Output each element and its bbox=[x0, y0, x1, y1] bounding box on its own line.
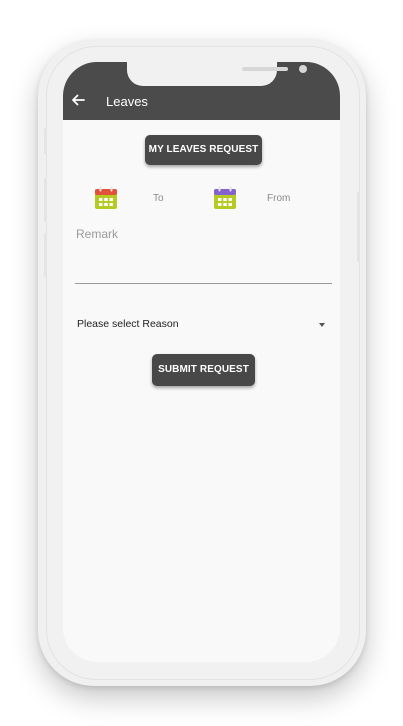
remark-field[interactable] bbox=[75, 225, 332, 284]
page-title: Leaves bbox=[106, 94, 148, 109]
phone-screen: Leaves MY LEAVES REQUEST To From Remark … bbox=[63, 62, 340, 662]
caret-down-icon bbox=[319, 323, 325, 327]
phone-side-button-power bbox=[357, 192, 360, 262]
reason-dropdown[interactable]: Please select Reason bbox=[77, 316, 327, 334]
phone-notch bbox=[127, 62, 307, 86]
from-label: From bbox=[267, 193, 291, 204]
calendar-icon[interactable] bbox=[94, 186, 118, 210]
phone-side-button-volume-down bbox=[44, 233, 47, 277]
submit-request-button[interactable]: SUBMIT REQUEST bbox=[152, 354, 255, 386]
phone-side-button-volume-up bbox=[44, 178, 47, 222]
phone-side-button-mute bbox=[44, 128, 47, 154]
front-camera bbox=[299, 65, 307, 73]
arrow-left-icon[interactable] bbox=[70, 92, 86, 108]
calendar-icon[interactable] bbox=[213, 186, 237, 210]
speaker-grille bbox=[242, 67, 288, 71]
to-label: To bbox=[153, 193, 164, 204]
reason-selected-value: Please select Reason bbox=[77, 318, 179, 330]
my-leaves-request-button[interactable]: MY LEAVES REQUEST bbox=[145, 135, 262, 165]
